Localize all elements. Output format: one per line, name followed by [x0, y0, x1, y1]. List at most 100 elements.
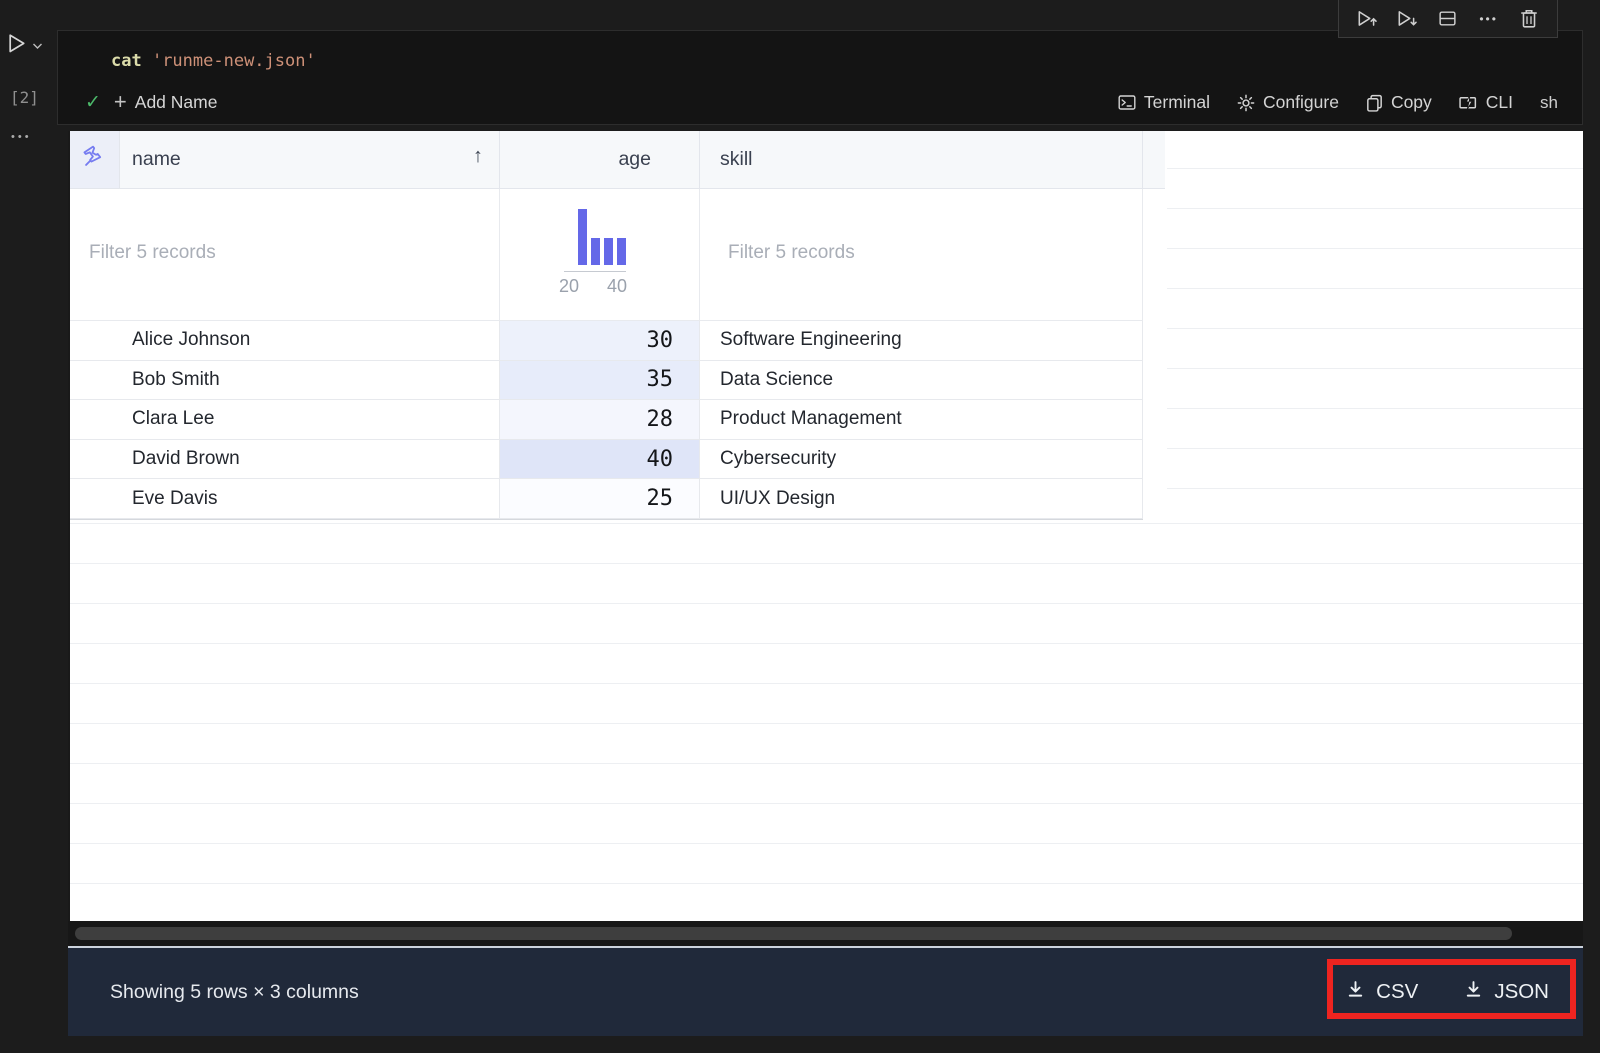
grid-row-line [1167, 208, 1583, 209]
cell-age[interactable]: 35 [500, 360, 700, 400]
terminal-icon [1118, 94, 1136, 111]
scrollbar-thumb[interactable] [75, 927, 1512, 940]
cell-name[interactable]: Eve Davis [70, 479, 500, 518]
split-cell-icon[interactable] [1435, 6, 1461, 32]
gear-icon [1237, 94, 1255, 112]
code-string: 'runme-new.json' [141, 51, 316, 71]
sort-ascending-icon[interactable]: ↑ [473, 145, 483, 168]
filter-cell-age[interactable]: 20 40 [500, 189, 700, 321]
cell-name[interactable]: Bob Smith [70, 360, 500, 400]
column-header-age[interactable]: age [500, 131, 700, 189]
success-check-icon: ✓ [85, 91, 101, 113]
cell-toolbar: ••• [1338, 0, 1558, 38]
csv-label: CSV [1376, 980, 1419, 1003]
grid-row-line [70, 763, 1583, 764]
column-header-name-label: name [132, 148, 181, 170]
grid-row-line [1167, 448, 1583, 449]
skill-filter-input[interactable] [726, 241, 1128, 265]
table-output: name ↑ age skill 20 40 [68, 131, 1583, 921]
histogram-bar [591, 238, 600, 265]
chevron-down-icon [32, 37, 43, 55]
row-count-summary: Showing 5 rows × 3 columns [110, 980, 359, 1003]
grid-row-line [70, 563, 1583, 564]
play-icon [6, 32, 27, 60]
filter-cell-name[interactable] [70, 189, 500, 321]
name-filter-input[interactable] [87, 241, 478, 265]
filter-cell-skill[interactable] [700, 189, 1143, 321]
grid-row-line [1167, 288, 1583, 289]
grid-row-line [70, 843, 1583, 844]
histogram-ticks: 20 40 [557, 276, 636, 297]
language-label[interactable]: sh [1540, 93, 1558, 113]
column-header-name[interactable]: name ↑ [120, 131, 500, 189]
configure-label: Configure [1263, 92, 1339, 112]
grid-row-line [70, 883, 1583, 884]
age-histogram[interactable]: 20 40 [559, 209, 636, 297]
cli-lightning-icon [1459, 94, 1478, 112]
output-footer: Showing 5 rows × 3 columns CSV JSON [68, 946, 1583, 1036]
cell-age[interactable]: 40 [500, 439, 700, 479]
download-buttons: CSV JSON [1346, 948, 1549, 1036]
age-histogram-bars [578, 209, 636, 265]
copy-button[interactable]: Copy [1366, 92, 1432, 113]
column-header-skill-label: skill [720, 148, 753, 170]
run-cell-button[interactable] [6, 33, 56, 59]
delete-cell-icon[interactable] [1516, 6, 1542, 32]
add-name-button[interactable]: + Add Name [114, 91, 218, 113]
plus-icon: + [113, 89, 127, 114]
cell-skill[interactable]: Product Management [700, 400, 1143, 439]
cell-skill[interactable]: Data Science [700, 360, 1143, 400]
column-header-age-label: age [618, 148, 651, 170]
add-name-label: Add Name [134, 91, 218, 112]
notebook-editor: [2] ••• cat 'runme-new.json' ✓ + Add Nam… [0, 0, 1600, 1053]
cli-label: CLI [1485, 92, 1514, 112]
download-json-button[interactable]: JSON [1464, 980, 1549, 1005]
table-bottom-border [70, 519, 1143, 520]
histogram-bar [578, 209, 587, 265]
table-row[interactable]: Clara Lee 28 Product Management [70, 400, 1143, 440]
cell-skill[interactable]: Software Engineering [700, 321, 1143, 360]
table-row[interactable]: Eve Davis 25 UI/UX Design [70, 479, 1143, 519]
code-command: cat [111, 51, 142, 71]
cell-age[interactable]: 28 [500, 400, 700, 439]
grid-row-line [1167, 248, 1583, 249]
download-csv-button[interactable]: CSV [1346, 980, 1418, 1005]
column-header-skill[interactable]: skill [700, 131, 1143, 189]
json-label: JSON [1494, 980, 1549, 1003]
table-row[interactable]: Bob Smith 35 Data Science [70, 360, 1143, 401]
grid-row-line [70, 603, 1583, 604]
configure-button[interactable]: Configure [1237, 92, 1339, 113]
execute-above-icon[interactable] [1354, 6, 1380, 32]
header-stub [1143, 131, 1165, 189]
more-actions-icon[interactable]: ••• [1476, 6, 1502, 32]
copy-label: Copy [1390, 92, 1432, 112]
cell-name[interactable]: David Brown [70, 439, 500, 479]
table-row[interactable]: Alice Johnson 30 Software Engineering [70, 321, 1143, 361]
cell-age[interactable]: 25 [500, 479, 700, 518]
cli-button[interactable]: CLI [1459, 92, 1513, 113]
terminal-label: Terminal [1143, 92, 1211, 112]
table-row[interactable]: David Brown 40 Cybersecurity [70, 439, 1143, 480]
terminal-button[interactable]: Terminal [1118, 92, 1210, 113]
code-cell[interactable]: cat 'runme-new.json' ✓ + Add Name Termin… [57, 30, 1583, 125]
cell-age[interactable]: 30 [500, 321, 700, 360]
cell-more-actions-button[interactable]: ••• [11, 131, 32, 143]
horizontal-scrollbar[interactable] [68, 921, 1583, 946]
cell-skill[interactable]: Cybersecurity [700, 439, 1143, 479]
grid-row-line [1167, 488, 1583, 489]
grid-row-line [70, 523, 1583, 524]
pin-column-header[interactable] [70, 131, 120, 189]
cell-name[interactable]: Clara Lee [70, 400, 500, 439]
histogram-tick-20: 20 [558, 276, 580, 296]
cell-skill[interactable]: UI/UX Design [700, 479, 1143, 518]
grid-row-line [70, 803, 1583, 804]
grid-row-line [1167, 368, 1583, 369]
histogram-bar [617, 238, 626, 265]
grid-row-line [1167, 328, 1583, 329]
cell-name[interactable]: Alice Johnson [70, 321, 500, 360]
execute-below-icon[interactable] [1394, 6, 1420, 32]
download-icon [1464, 980, 1483, 1005]
grid-row-line [70, 683, 1583, 684]
code-line[interactable]: cat 'runme-new.json' [111, 51, 316, 71]
grid-row-line [1167, 168, 1583, 169]
